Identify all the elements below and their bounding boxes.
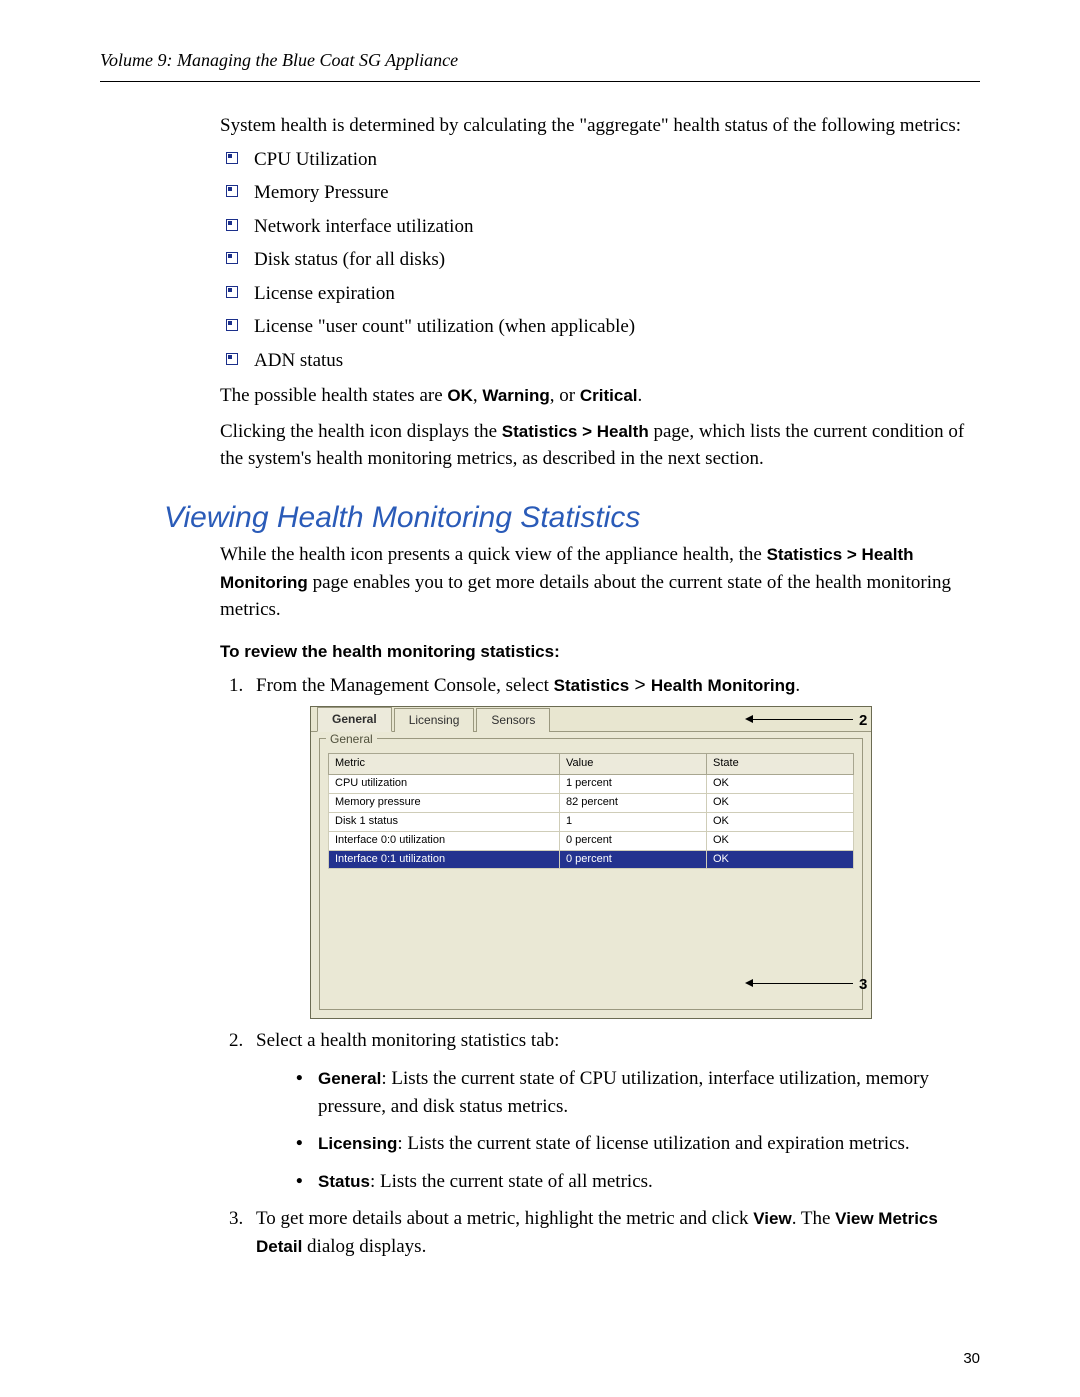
tab-desc-label: General — [318, 1069, 381, 1088]
table-row[interactable]: Interface 0:1 utilization0 percentOK — [329, 850, 854, 869]
cell-metric: CPU utilization — [329, 774, 560, 793]
list-item-label: Memory Pressure — [254, 182, 389, 203]
cell-metric: Interface 0:0 utilization — [329, 831, 560, 850]
tab-desc-text: : Lists the current state of CPU utiliza… — [318, 1068, 929, 1117]
procedure-heading: To review the health monitoring statisti… — [220, 640, 980, 665]
tab-desc-text: : Lists the current state of license uti… — [397, 1133, 909, 1154]
cell-value: 0 percent — [560, 850, 707, 869]
tab-desc-item: Status: Lists the current state of all m… — [296, 1168, 980, 1196]
tab-desc-item: Licensing: Lists the current state of li… — [296, 1130, 980, 1158]
list-item-label: Disk status (for all disks) — [254, 249, 445, 270]
step-2: Select a health monitoring statistics ta… — [248, 1027, 980, 1195]
metrics-bullet-list: CPU Utilization Memory Pressure Network in… — [220, 146, 980, 375]
step-1: From the Management Console, select Stat… — [248, 672, 980, 1019]
callout-line — [753, 719, 853, 720]
list-item: ADN status — [220, 347, 980, 375]
tab-descriptions: General: Lists the current state of CPU … — [296, 1065, 980, 1195]
running-header: Volume 9: Managing the Blue Coat SG Appl… — [100, 50, 980, 71]
col-metric[interactable]: Metric — [329, 753, 560, 774]
callout-arrow-icon — [745, 715, 753, 723]
square-bullet-icon — [226, 152, 238, 164]
tab-desc-label: Status — [318, 1172, 370, 1191]
square-bullet-icon — [226, 353, 238, 365]
cell-state: OK — [707, 774, 854, 793]
table-row[interactable]: Memory pressure82 percentOK — [329, 793, 854, 812]
rule — [100, 81, 980, 82]
cell-state: OK — [707, 831, 854, 850]
cell-metric: Interface 0:1 utilization — [329, 850, 560, 869]
cell-metric: Disk 1 status — [329, 812, 560, 831]
screenshot-figure: General Licensing Sensors General Metric… — [310, 706, 872, 1020]
list-item: License "user count" utilization (when a… — [220, 313, 980, 341]
page: Volume 9: Managing the Blue Coat SG Appl… — [0, 0, 1080, 1397]
list-item-label: License expiration — [254, 283, 395, 304]
tab-sensors[interactable]: Sensors — [476, 708, 550, 731]
tab-desc-text: : Lists the current state of all metrics… — [370, 1171, 653, 1192]
col-value[interactable]: Value — [560, 753, 707, 774]
square-bullet-icon — [226, 185, 238, 197]
click-sentence: Clicking the health icon displays the St… — [220, 418, 980, 473]
callout-3: 3 — [859, 974, 867, 996]
callout-2: 2 — [859, 710, 867, 732]
list-item: CPU Utilization — [220, 146, 980, 174]
cell-metric: Memory pressure — [329, 793, 560, 812]
procedure-steps: From the Management Console, select Stat… — [220, 672, 980, 1260]
cell-state: OK — [707, 812, 854, 831]
callout-line — [753, 983, 853, 984]
square-bullet-icon — [226, 252, 238, 264]
section-heading: Viewing Health Monitoring Statistics — [164, 501, 980, 535]
square-bullet-icon — [226, 319, 238, 331]
section-intro: While the health icon presents a quick v… — [220, 541, 980, 624]
list-item: Network interface utilization — [220, 213, 980, 241]
cell-value: 0 percent — [560, 831, 707, 850]
tab-licensing[interactable]: Licensing — [394, 708, 475, 731]
table-header-row: Metric Value State — [329, 753, 854, 774]
intro-paragraph: System health is determined by calculati… — [220, 112, 980, 140]
tab-desc-label: Licensing — [318, 1134, 397, 1153]
cell-state: OK — [707, 793, 854, 812]
states-sentence: The possible health states are OK, Warni… — [220, 382, 980, 410]
tab-desc-item: General: Lists the current state of CPU … — [296, 1065, 980, 1120]
callout-arrow-icon — [745, 979, 753, 987]
table-row[interactable]: Interface 0:0 utilization0 percentOK — [329, 831, 854, 850]
list-item: Memory Pressure — [220, 179, 980, 207]
list-item-label: Network interface utilization — [254, 216, 473, 237]
list-item-label: CPU Utilization — [254, 149, 377, 170]
tab-general[interactable]: General — [317, 707, 392, 731]
square-bullet-icon — [226, 286, 238, 298]
square-bullet-icon — [226, 219, 238, 231]
list-item: License expiration — [220, 280, 980, 308]
table-row[interactable]: CPU utilization1 percentOK — [329, 774, 854, 793]
metrics-table: Metric Value State CPU utilization1 perc… — [328, 753, 854, 870]
cell-value: 82 percent — [560, 793, 707, 812]
cell-value: 1 percent — [560, 774, 707, 793]
list-item-label: ADN status — [254, 350, 343, 371]
cell-value: 1 — [560, 812, 707, 831]
general-fieldset: General Metric Value State CPU utilizati… — [319, 738, 863, 1011]
cell-state: OK — [707, 850, 854, 869]
page-number: 30 — [963, 1350, 980, 1367]
col-state[interactable]: State — [707, 753, 854, 774]
metrics-tbody: CPU utilization1 percentOKMemory pressur… — [329, 774, 854, 869]
table-row[interactable]: Disk 1 status1OK — [329, 812, 854, 831]
fieldset-legend: General — [326, 731, 377, 748]
step-3: To get more details about a metric, high… — [248, 1205, 980, 1260]
list-item: Disk status (for all disks) — [220, 246, 980, 274]
list-item-label: License "user count" utilization (when a… — [254, 316, 635, 337]
